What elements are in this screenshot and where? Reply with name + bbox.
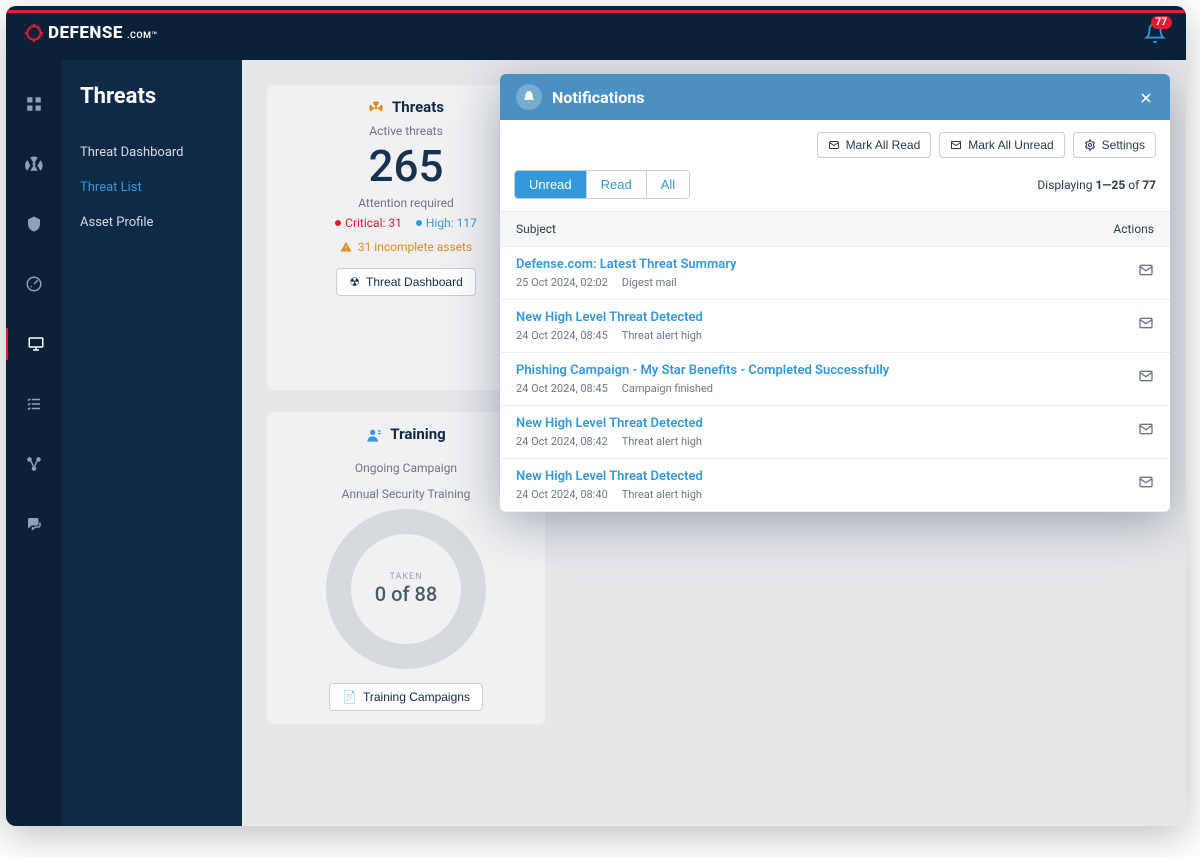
icon-rail (6, 60, 62, 826)
envelope-icon[interactable] (1138, 365, 1154, 384)
accent-bar (6, 10, 1186, 13)
threat-dashboard-button[interactable]: ☢ Threat Dashboard (336, 268, 476, 296)
document-icon: 📄 (342, 690, 357, 704)
filter-tabs: Unread Read All (514, 170, 690, 199)
tab-unread[interactable]: Unread (515, 171, 586, 198)
sub-sidebar: Threats Threat Dashboard Threat List Ass… (62, 60, 242, 826)
notification-title[interactable]: Phishing Campaign - My Star Benefits - C… (516, 363, 889, 378)
envelope-icon[interactable] (1138, 418, 1154, 437)
attention-label: Attention required (358, 196, 454, 210)
notification-meta: 24 Oct 2024, 08:45Threat alert high (516, 329, 703, 342)
rail-shield-icon[interactable] (6, 208, 62, 240)
training-line2: Annual Security Training (342, 487, 471, 501)
envelope-icon[interactable] (1138, 471, 1154, 490)
notification-item[interactable]: New High Level Threat Detected 24 Oct 20… (500, 300, 1170, 353)
notification-title[interactable]: New High Level Threat Detected (516, 416, 703, 431)
topbar: DEFENSE .COM™ 77 (6, 6, 1186, 60)
table-header: Subject Actions (500, 211, 1170, 247)
logo[interactable]: DEFENSE .COM™ (24, 23, 158, 43)
notification-meta: 24 Oct 2024, 08:45Campaign finished (516, 382, 889, 395)
notification-count-badge: 77 (1151, 16, 1172, 29)
notifications-header: Notifications (500, 74, 1170, 120)
high-count[interactable]: High: 117 (416, 216, 477, 230)
tab-all[interactable]: All (646, 171, 689, 198)
notifications-title: Notifications (552, 88, 645, 107)
mark-all-read-button[interactable]: Mark All Read (817, 132, 932, 158)
rail-chat-icon[interactable] (6, 508, 62, 540)
notification-item[interactable]: New High Level Threat Detected 24 Oct 20… (500, 459, 1170, 512)
bell-icon (516, 84, 542, 110)
page-title: Threats (80, 84, 224, 109)
dot-icon (335, 220, 341, 226)
mark-all-unread-button[interactable]: Mark All Unread (939, 132, 1064, 158)
display-count: Displaying 1—25 of 77 (1037, 178, 1156, 192)
active-threats-label: Active threats (369, 124, 443, 138)
threat-count: 265 (368, 142, 443, 190)
rail-dashboard-icon[interactable] (6, 88, 62, 120)
dot-icon (416, 220, 422, 226)
notification-meta: 24 Oct 2024, 08:40Threat alert high (516, 488, 703, 501)
ring-value: 0 of 88 (375, 582, 437, 606)
rail-threats-icon[interactable] (6, 148, 62, 180)
close-icon[interactable] (1138, 88, 1154, 107)
notification-list: Defense.com: Latest Threat Summary 25 Oc… (500, 247, 1170, 512)
notification-title[interactable]: Defense.com: Latest Threat Summary (516, 257, 736, 272)
rail-network-icon[interactable] (6, 448, 62, 480)
notification-item[interactable]: Defense.com: Latest Threat Summary 25 Oc… (500, 247, 1170, 300)
col-subject: Subject (516, 222, 556, 236)
notifications-bell[interactable]: 77 (1144, 22, 1166, 44)
sidebar-item-asset-profile[interactable]: Asset Profile (80, 205, 224, 240)
logo-target-icon (24, 23, 44, 43)
training-card-title: Training (390, 425, 445, 443)
sidebar-item-threat-dashboard[interactable]: Threat Dashboard (80, 135, 224, 170)
threats-card-title: Threats (392, 98, 444, 116)
tab-read[interactable]: Read (586, 171, 646, 198)
training-campaigns-button[interactable]: 📄 Training Campaigns (329, 683, 483, 711)
training-line1: Ongoing Campaign (355, 461, 457, 475)
notification-title[interactable]: New High Level Threat Detected (516, 469, 703, 484)
training-user-icon (366, 425, 382, 443)
notification-meta: 24 Oct 2024, 08:42Threat alert high (516, 435, 703, 448)
settings-button[interactable]: Settings (1073, 132, 1156, 158)
critical-count[interactable]: Critical: 31 (335, 216, 402, 230)
training-progress-ring: TAKEN 0 of 88 (326, 509, 486, 669)
envelope-icon[interactable] (1138, 312, 1154, 331)
notification-item[interactable]: Phishing Campaign - My Star Benefits - C… (500, 353, 1170, 406)
rail-gauge-icon[interactable] (6, 268, 62, 300)
radiation-icon (368, 98, 384, 116)
notification-meta: 25 Oct 2024, 02:02Digest mail (516, 276, 736, 289)
rail-monitor-icon[interactable] (6, 328, 61, 360)
col-actions: Actions (1113, 222, 1154, 236)
notifications-panel: Notifications Mark All Read Mark All Unr… (500, 74, 1170, 512)
logo-text: DEFENSE (48, 23, 123, 43)
notification-item[interactable]: New High Level Threat Detected 24 Oct 20… (500, 406, 1170, 459)
envelope-icon[interactable] (1138, 259, 1154, 278)
sidebar-item-threat-list[interactable]: Threat List (80, 170, 224, 205)
ring-label: TAKEN (375, 572, 437, 582)
incomplete-assets-link[interactable]: 31 incomplete assets (340, 240, 472, 254)
logo-suffix: .COM™ (127, 31, 158, 41)
radiation-small-icon: ☢ (349, 275, 360, 289)
notification-title[interactable]: New High Level Threat Detected (516, 310, 703, 325)
rail-checklist-icon[interactable] (6, 388, 62, 420)
